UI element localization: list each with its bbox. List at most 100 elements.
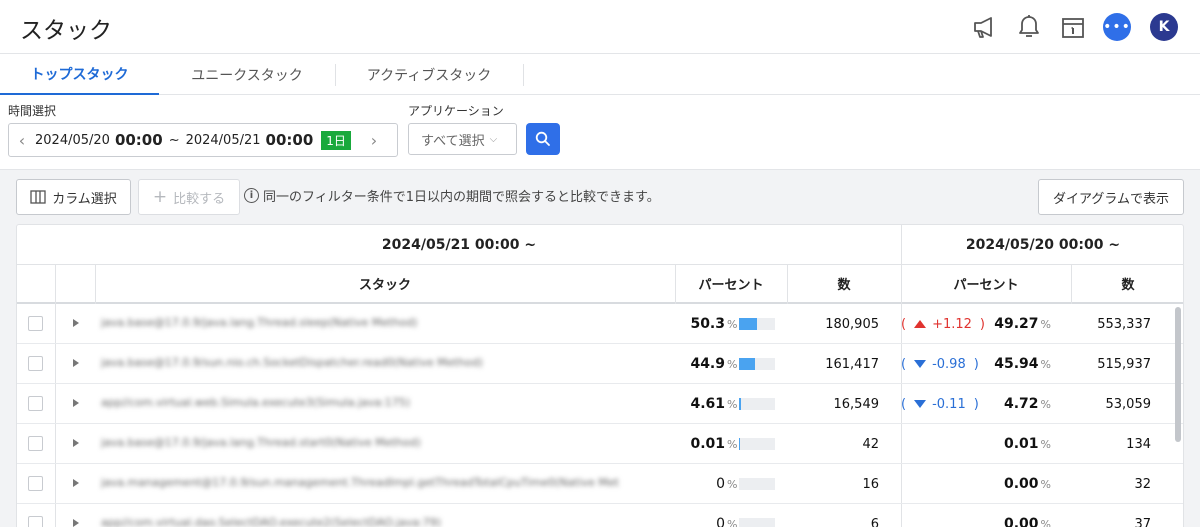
application-label: アプリケーション <box>408 104 504 118</box>
count-value: 180,905 <box>825 316 879 332</box>
range-tilde: ~ <box>168 132 180 148</box>
row-checkbox[interactable] <box>28 356 43 371</box>
table-row[interactable]: app//com.virtual.web.Simula.execute3(Sim… <box>17 384 1183 424</box>
percent-sign: % <box>1040 517 1051 527</box>
expand-arrow-icon[interactable] <box>69 356 83 370</box>
chevron-right-icon[interactable]: › <box>361 131 387 150</box>
arrow-down-icon <box>914 400 927 408</box>
prev-percent-value: 0.01 <box>1004 436 1039 452</box>
table-row[interactable]: java.base@17.0.9/java.lang.Thread.sleep(… <box>17 304 1183 344</box>
percent-cell: 50.3% <box>675 304 787 344</box>
calendar-icon[interactable] <box>1058 12 1088 42</box>
divider <box>675 265 676 304</box>
diff-value: -0.98 <box>932 356 966 372</box>
percent-sign: % <box>727 437 738 451</box>
stack-trace-text[interactable]: java.base@17.0.9/java.lang.Thread.start0… <box>101 436 661 449</box>
column-header-row: スタック パーセント 数 パーセント 数 <box>17 265 1183 304</box>
current-period-header: 2024/05/21 00:00 ~ <box>381 237 537 253</box>
column-select-label: カラム選択 <box>52 191 117 207</box>
percent-bar <box>739 518 775 527</box>
expand-arrow-icon[interactable] <box>69 436 83 450</box>
diff-indicator: (-0.98) <box>901 356 979 372</box>
percent-sign: % <box>1040 357 1051 371</box>
table-row[interactable]: java.management@17.0.9/sun.management.Th… <box>17 464 1183 504</box>
date-range-picker[interactable]: ‹ 2024/05/20 00:00 ~ 2024/05/21 00:00 1日… <box>8 123 398 157</box>
percent-value: 50.3 <box>690 316 725 332</box>
table-scrollbar[interactable] <box>1175 307 1181 442</box>
percent-bar <box>739 318 775 330</box>
prev-count-value: 515,937 <box>1097 356 1151 372</box>
percent-bar <box>739 438 775 450</box>
end-time: 00:00 <box>265 131 314 149</box>
percent-value: 0 <box>716 476 725 492</box>
tab-bar: トップスタック ユニークスタック アクティブスタック <box>0 54 1200 95</box>
percent-bar <box>739 358 775 370</box>
prev-count-value: 32 <box>1134 476 1151 492</box>
column-select-button[interactable]: カラム選択 <box>16 179 131 215</box>
group-header-row: 2024/05/21 00:00 ~ 2024/05/20 00:00 ~ <box>17 225 1183 265</box>
stack-trace-text[interactable]: app//com.virtual.dao.SelectDAO.execute2(… <box>101 516 661 527</box>
prev-count-value: 37 <box>1134 516 1151 527</box>
stack-column-header[interactable]: スタック <box>95 265 675 302</box>
prev-percent-column-header[interactable]: パーセント <box>901 265 1071 302</box>
percent-sign: % <box>727 477 738 491</box>
application-select[interactable]: すべて選択 ⌵ <box>408 123 517 155</box>
prev-percent-value: 4.72 <box>1004 396 1039 412</box>
prev-count-value: 553,337 <box>1097 316 1151 332</box>
bell-icon[interactable] <box>1014 12 1044 42</box>
expand-arrow-icon[interactable] <box>69 396 83 410</box>
arrow-down-icon <box>914 360 927 368</box>
diff-value: -0.11 <box>932 396 966 412</box>
percent-value: 0 <box>716 516 725 527</box>
table-row[interactable]: java.base@17.0.9/java.lang.Thread.start0… <box>17 424 1183 464</box>
percent-sign: % <box>727 397 738 411</box>
start-time: 00:00 <box>114 131 163 149</box>
expand-arrow-icon[interactable] <box>69 516 83 527</box>
percent-sign: % <box>1040 397 1051 411</box>
filter-bar: 時間選択 ‹ 2024/05/20 00:00 ~ 2024/05/21 00:… <box>0 95 1200 170</box>
row-checkbox[interactable] <box>28 516 43 527</box>
expand-arrow-icon[interactable] <box>69 476 83 490</box>
count-column-header[interactable]: 数 <box>787 265 901 302</box>
tab-active-stack[interactable]: アクティブスタック <box>335 54 523 95</box>
row-checkbox[interactable] <box>28 396 43 411</box>
prev-percent-cell: 45.94% <box>987 344 1051 384</box>
table-row[interactable]: app//com.virtual.dao.SelectDAO.execute2(… <box>17 504 1183 527</box>
prev-count-column-header[interactable]: 数 <box>1071 265 1183 302</box>
percent-value: 44.9 <box>690 356 725 372</box>
diagram-view-button[interactable]: ダイアグラムで表示 <box>1038 179 1184 215</box>
stack-trace-text[interactable]: java.management@17.0.9/sun.management.Th… <box>101 476 661 489</box>
row-checkbox[interactable] <box>28 316 43 331</box>
stack-trace-text[interactable]: java.base@17.0.9/java.lang.Thread.sleep(… <box>101 316 661 329</box>
search-icon <box>535 131 550 146</box>
percent-sign: % <box>1040 437 1051 451</box>
percent-bar-fill <box>739 358 755 370</box>
tab-top-stack[interactable]: トップスタック <box>0 54 159 95</box>
table-row[interactable]: java.base@17.0.9/sun.nio.ch.SocketDispat… <box>17 344 1183 384</box>
chevron-left-icon[interactable]: ‹ <box>9 131 35 150</box>
info-icon: i <box>244 188 259 203</box>
compare-button[interactable]: + 比較する <box>138 179 240 215</box>
percent-column-header[interactable]: パーセント <box>675 265 787 302</box>
avatar[interactable]: K <box>1150 13 1178 41</box>
stack-trace-text[interactable]: app//com.virtual.web.Simula.execute3(Sim… <box>101 396 661 409</box>
prev-count-value: 134 <box>1126 436 1151 452</box>
count-value: 42 <box>862 436 879 452</box>
search-button[interactable] <box>526 123 560 155</box>
megaphone-icon[interactable] <box>970 12 1000 42</box>
top-bar: スタック ••• K <box>0 0 1200 54</box>
end-date: 2024/05/21 <box>185 132 261 148</box>
tab-unique-stack[interactable]: ユニークスタック <box>159 54 335 95</box>
expand-arrow-icon[interactable] <box>69 316 83 330</box>
percent-sign: % <box>727 317 738 331</box>
stack-trace-text[interactable]: java.base@17.0.9/sun.nio.ch.SocketDispat… <box>101 356 661 369</box>
compare-info: i 同一のフィルター条件で1日以内の期間で照会すると比較できます。 <box>244 186 660 205</box>
row-checkbox[interactable] <box>28 436 43 451</box>
application-select-value: すべて選択 <box>421 133 485 149</box>
row-checkbox[interactable] <box>28 476 43 491</box>
chat-icon[interactable]: ••• <box>1102 12 1132 42</box>
page-title: スタック <box>20 18 112 44</box>
percent-sign: % <box>727 517 738 527</box>
prev-percent-cell: 49.27% <box>987 304 1051 344</box>
prev-percent-cell: 0.00% <box>987 504 1051 527</box>
